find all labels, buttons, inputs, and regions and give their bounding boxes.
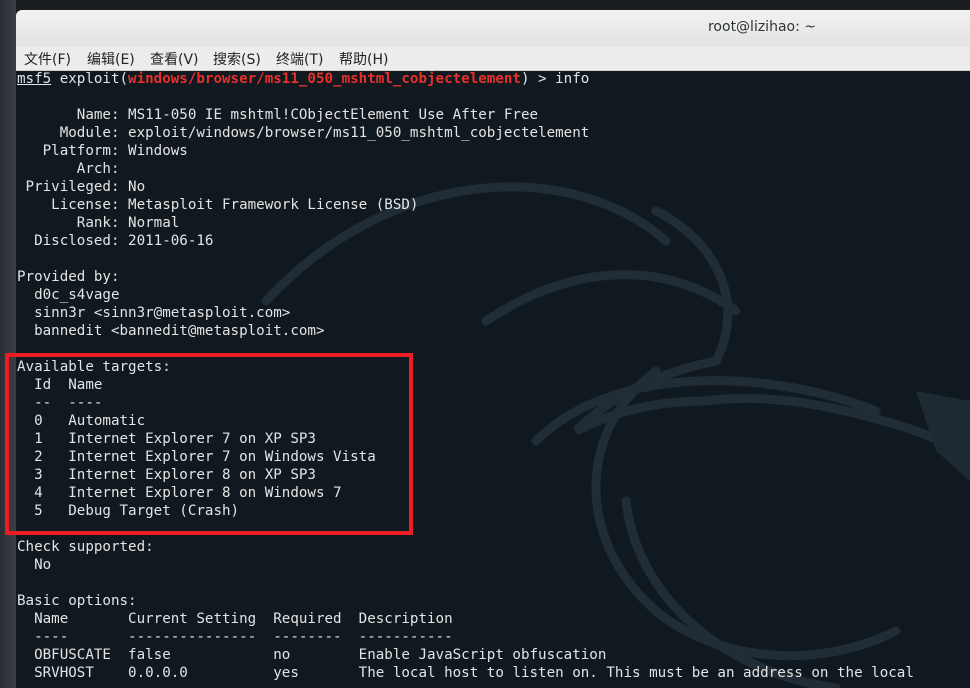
info-disclosed: Disclosed: 2011-06-16 [17,233,214,249]
desktop-edge [0,0,16,688]
info-license: License: Metasploit Framework License (B… [17,197,419,213]
menu-view[interactable]: 查看(V) [150,49,199,69]
info-arch: Arch: [17,161,129,177]
menu-bar: 文件(F) 编辑(E) 查看(V) 搜索(S) 终端(T) 帮助(H) [16,46,970,71]
targets-highlight-box [5,353,413,535]
menu-edit[interactable]: 编辑(E) [87,49,135,69]
options-separator: ---- --------------- -------- ----------… [17,629,453,645]
info-rank: Rank: Normal [17,215,180,231]
window-title: root@lizihao: ~ [707,19,816,35]
options-column-header: Name Current Setting Required Descriptio… [17,611,453,627]
info-platform: Platform: Windows [17,143,188,159]
prompt-command: ) > info [520,71,590,87]
info-privileged: Privileged: No [17,179,146,195]
option-row: OBFUSCATE false no Enable JavaScript obf… [17,647,607,663]
option-row: SRVHOST 0.0.0.0 yes The local host to li… [17,665,914,681]
author-line: sinn3r <sinn3r@metasploit.com> [17,305,291,321]
prompt-exploit: exploit( [51,71,129,87]
prompt-module: windows/browser/ms11_050_mshtml_cobjecte… [128,71,521,87]
menu-file[interactable]: 文件(F) [24,49,71,69]
menu-help[interactable]: 帮助(H) [339,49,388,69]
provided-header: Provided by: [17,269,120,285]
terminal-window: root@lizihao: ~ 文件(F) 编辑(E) 查看(V) 搜索(S) … [0,0,970,688]
title-bar[interactable]: root@lizihao: ~ [16,10,970,46]
info-module: Module: exploit/windows/browser/ms11_050… [17,125,590,141]
check-value: No [17,557,52,573]
author-line: d0c_s4vage [17,287,120,303]
prompt-line: msf5 exploit(windows/browser/ms11_050_ms… [17,71,914,88]
menu-terminal[interactable]: 终端(T) [276,49,323,69]
author-line: bannedit <bannedit@metasploit.com> [17,323,325,339]
options-header: Basic options: [17,593,137,609]
info-name: Name: MS11-050 IE mshtml!CObjectElement … [17,107,539,123]
menu-search[interactable]: 搜索(S) [213,49,261,69]
msf-prompt: msf5 [17,71,52,87]
check-header: Check supported: [17,539,154,555]
